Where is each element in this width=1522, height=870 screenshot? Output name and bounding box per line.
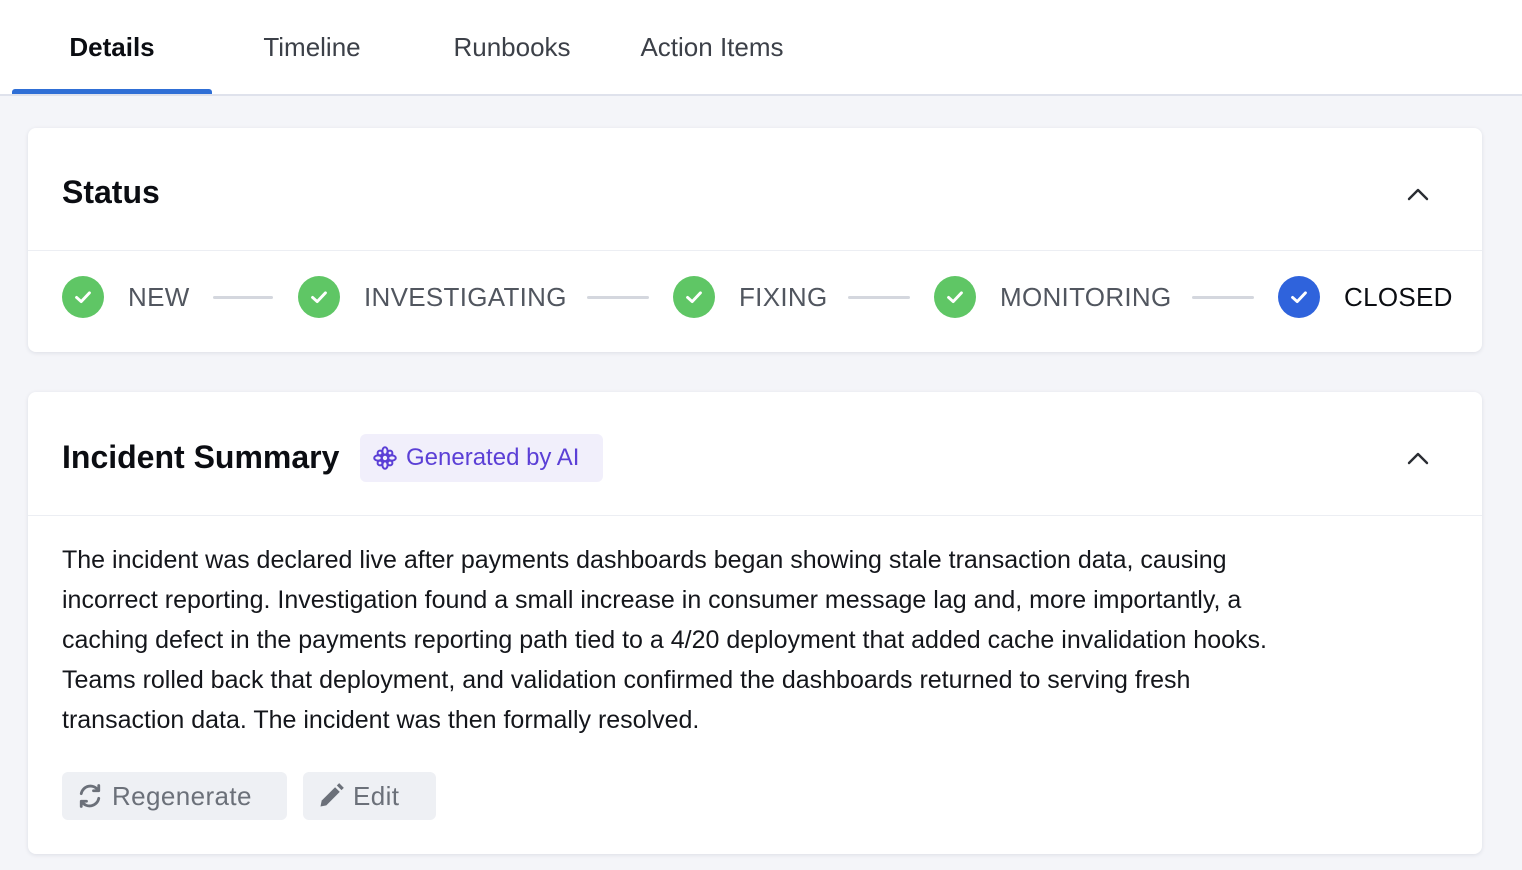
chevron-up-icon[interactable] (1406, 182, 1430, 206)
step-label-closed: CLOSED (1344, 282, 1453, 312)
status-card: Status NEW INVESTIGATING FIXING MONITORI… (28, 128, 1482, 352)
sparkle-icon (373, 446, 397, 470)
tab-details[interactable]: Details (12, 0, 212, 94)
check-circle-icon (298, 276, 340, 318)
status-title: Status (62, 174, 160, 210)
summary-line: incorrect reporting. Investigation found… (62, 586, 1242, 614)
tab-bar: Details Timeline Runbooks Action Items (0, 0, 1522, 96)
step-label-fixing: FIXING (739, 282, 828, 312)
pencil-icon (320, 783, 344, 807)
summary-line: caching defect in the payments reporting… (62, 626, 1267, 654)
active-tab-indicator (12, 89, 212, 94)
summary-text: The incident was declared live after pay… (62, 540, 1452, 740)
regenerate-button[interactable]: Regenerate (62, 772, 287, 820)
incident-summary-card: Incident Summary Generated by AI The inc… (28, 392, 1482, 854)
step-connector (213, 296, 273, 299)
step-connector (1192, 296, 1254, 299)
summary-line: transaction data. The incident was then … (62, 706, 700, 734)
step-label-investigating: INVESTIGATING (364, 282, 567, 312)
refresh-icon (79, 784, 101, 808)
status-card-header[interactable]: Status (28, 128, 1482, 251)
summary-line: Teams rolled back that deployment, and v… (62, 666, 1191, 694)
summary-card-header[interactable]: Incident Summary Generated by AI (28, 392, 1482, 516)
edit-button[interactable]: Edit (303, 772, 436, 820)
ai-badge: Generated by AI (360, 434, 603, 482)
check-circle-icon (1278, 276, 1320, 318)
tab-timeline[interactable]: Timeline (212, 0, 412, 94)
regenerate-label: Regenerate (112, 780, 252, 811)
summary-title: Incident Summary (62, 439, 340, 475)
step-label-monitoring: MONITORING (1000, 282, 1172, 312)
step-connector (848, 296, 910, 299)
tab-action-items[interactable]: Action Items (612, 0, 812, 94)
edit-label: Edit (353, 780, 400, 811)
step-label-new: NEW (128, 282, 190, 312)
ai-badge-label: Generated by AI (406, 444, 580, 471)
step-connector (587, 296, 649, 299)
check-circle-icon (934, 276, 976, 318)
chevron-up-icon[interactable] (1406, 446, 1430, 470)
tab-runbooks[interactable]: Runbooks (412, 0, 612, 94)
check-circle-icon (62, 276, 104, 318)
check-circle-icon (673, 276, 715, 318)
summary-line: The incident was declared live after pay… (62, 546, 1227, 574)
